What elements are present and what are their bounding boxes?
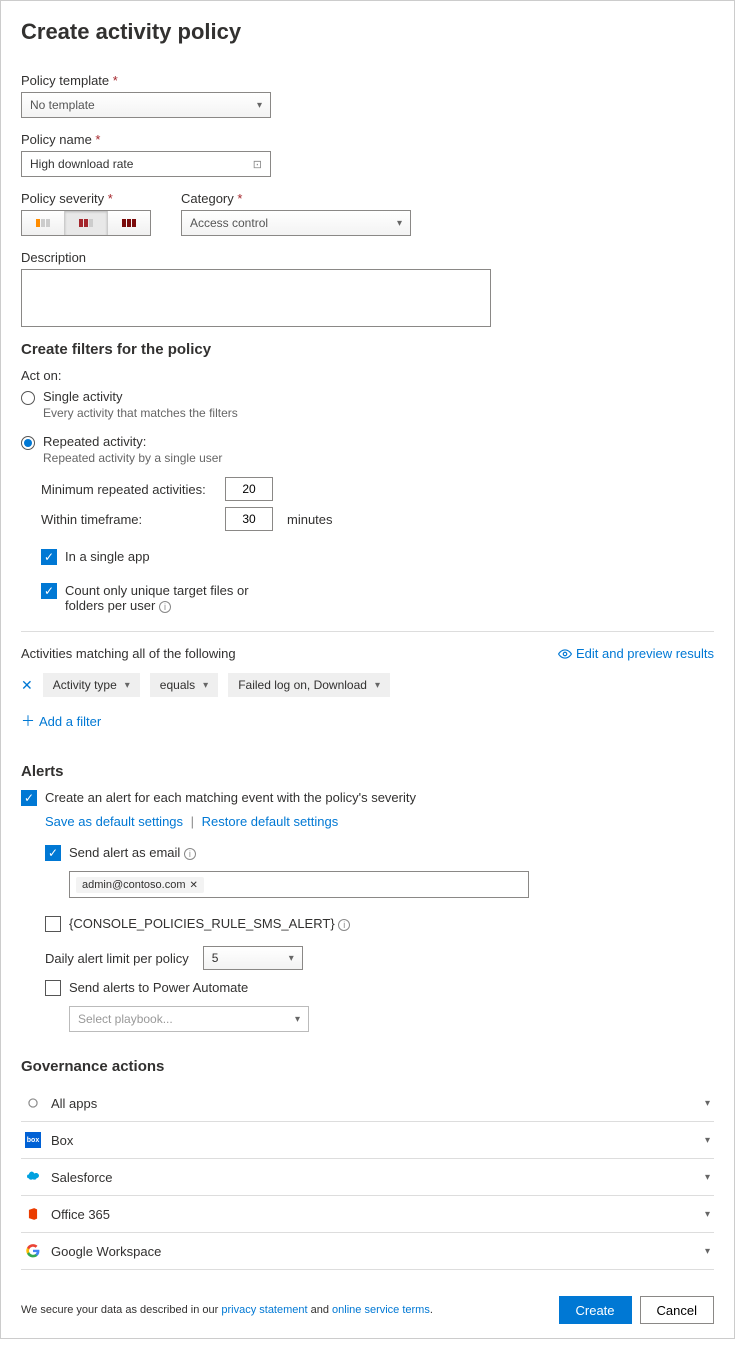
single-activity-radio[interactable] [21,391,35,405]
description-label: Description [21,250,714,265]
gov-all-apps[interactable]: All apps ▾ [21,1085,714,1122]
severity-group [21,210,151,236]
template-label: Policy template [21,73,714,88]
page-title: Create activity policy [21,19,714,45]
severity-high-button[interactable] [108,211,150,235]
chevron-down-icon: ▾ [705,1135,710,1146]
chevron-down-icon: ▾ [203,680,208,691]
chevron-down-icon: ▾ [375,680,380,691]
eye-icon [558,647,572,661]
chevron-down-icon: ▾ [705,1209,710,1220]
cancel-button[interactable]: Cancel [640,1296,714,1324]
chevron-down-icon: ▾ [397,218,402,229]
within-unit: minutes [287,512,333,527]
privacy-link[interactable]: privacy statement [221,1304,307,1316]
info-icon[interactable]: i [184,848,196,860]
restore-default-link[interactable]: Restore default settings [202,814,339,829]
category-value: Access control [190,216,268,230]
plus-icon: ＋ [21,711,35,731]
gov-salesforce[interactable]: Salesforce ▾ [21,1159,714,1196]
filter-field-select[interactable]: Activity type▾ [43,673,140,697]
email-recipients-input[interactable]: admin@contoso.com ✕ [69,871,529,898]
preview-text: Edit and preview results [576,646,714,661]
chevron-down-icon: ▾ [125,680,130,691]
create-alert-label: Create an alert for each matching event … [45,790,416,805]
severity-low-button[interactable] [22,211,65,235]
min-repeated-label: Minimum repeated activities: [41,482,211,497]
within-input[interactable] [225,507,273,531]
gov-box[interactable]: box Box ▾ [21,1122,714,1159]
chevron-down-icon: ▾ [257,100,262,111]
name-input[interactable]: High download rate ⊡ [21,151,271,177]
severity-medium-button[interactable] [65,211,108,235]
daily-limit-label: Daily alert limit per policy [45,951,189,966]
salesforce-icon [25,1169,41,1185]
preview-results-link[interactable]: Edit and preview results [558,646,714,661]
name-value: High download rate [30,157,133,171]
send-sms-label: {CONSOLE_POLICIES_RULE_SMS_ALERT} [69,916,335,931]
min-repeated-input[interactable] [225,477,273,501]
chevron-down-icon: ▾ [295,1014,300,1025]
single-activity-sub: Every activity that matches the filters [43,406,238,420]
alerts-heading: Alerts [21,763,714,780]
gov-google[interactable]: Google Workspace ▾ [21,1233,714,1270]
unique-targets-label: Count only unique target files or folder… [65,583,249,613]
repeated-activity-sub: Repeated activity by a single user [43,451,222,465]
power-automate-label: Send alerts to Power Automate [69,980,248,995]
activities-matching-label: Activities matching all of the following [21,646,236,661]
unique-targets-checkbox[interactable] [41,583,57,599]
chevron-down-icon: ▾ [705,1246,710,1257]
email-chip: admin@contoso.com ✕ [76,877,204,893]
filter-op-select[interactable]: equals▾ [150,673,218,697]
remove-filter-icon[interactable]: ✕ [21,677,33,694]
category-label: Category [181,191,411,206]
repeated-activity-radio[interactable] [21,436,35,450]
create-alert-checkbox[interactable] [21,790,37,806]
save-default-link[interactable]: Save as default settings [45,814,183,829]
power-automate-checkbox[interactable] [45,980,61,996]
single-app-label: In a single app [65,549,150,564]
within-label: Within timeframe: [41,512,211,527]
footer-text: We secure your data as described in our … [21,1304,433,1316]
create-button[interactable]: Create [559,1296,632,1324]
filters-heading: Create filters for the policy [21,341,714,358]
google-icon [25,1243,41,1259]
category-select[interactable]: Access control ▾ [181,210,411,236]
info-icon[interactable]: i [338,919,350,931]
description-textarea[interactable] [21,269,491,327]
box-icon: box [25,1132,41,1148]
daily-limit-select[interactable]: 5 ▾ [203,946,303,970]
filter-value-select[interactable]: Failed log on, Download▾ [228,673,390,697]
gov-office365[interactable]: Office 365 ▾ [21,1196,714,1233]
gear-icon [25,1095,41,1111]
governance-heading: Governance actions [21,1058,714,1075]
office-icon [25,1206,41,1222]
terms-link[interactable]: online service terms [332,1304,430,1316]
single-app-checkbox[interactable] [41,549,57,565]
chevron-down-icon: ▾ [289,953,294,964]
clear-icon[interactable]: ⊡ [253,158,262,171]
send-sms-checkbox[interactable] [45,916,61,932]
single-activity-label: Single activity [43,389,238,404]
add-filter-link[interactable]: ＋ Add a filter [21,711,101,731]
template-value: No template [30,98,95,112]
chevron-down-icon: ▾ [705,1172,710,1183]
name-label: Policy name [21,132,714,147]
act-on-label: Act on: [21,368,714,383]
severity-label: Policy severity [21,191,151,206]
template-select[interactable]: No template ▾ [21,92,271,118]
remove-chip-icon[interactable]: ✕ [190,880,198,891]
send-email-label: Send alert as email [69,845,180,860]
chevron-down-icon: ▾ [705,1098,710,1109]
repeated-activity-label: Repeated activity: [43,434,222,449]
send-email-checkbox[interactable] [45,845,61,861]
playbook-select: Select playbook... ▾ [69,1006,309,1032]
info-icon[interactable]: i [159,601,171,613]
